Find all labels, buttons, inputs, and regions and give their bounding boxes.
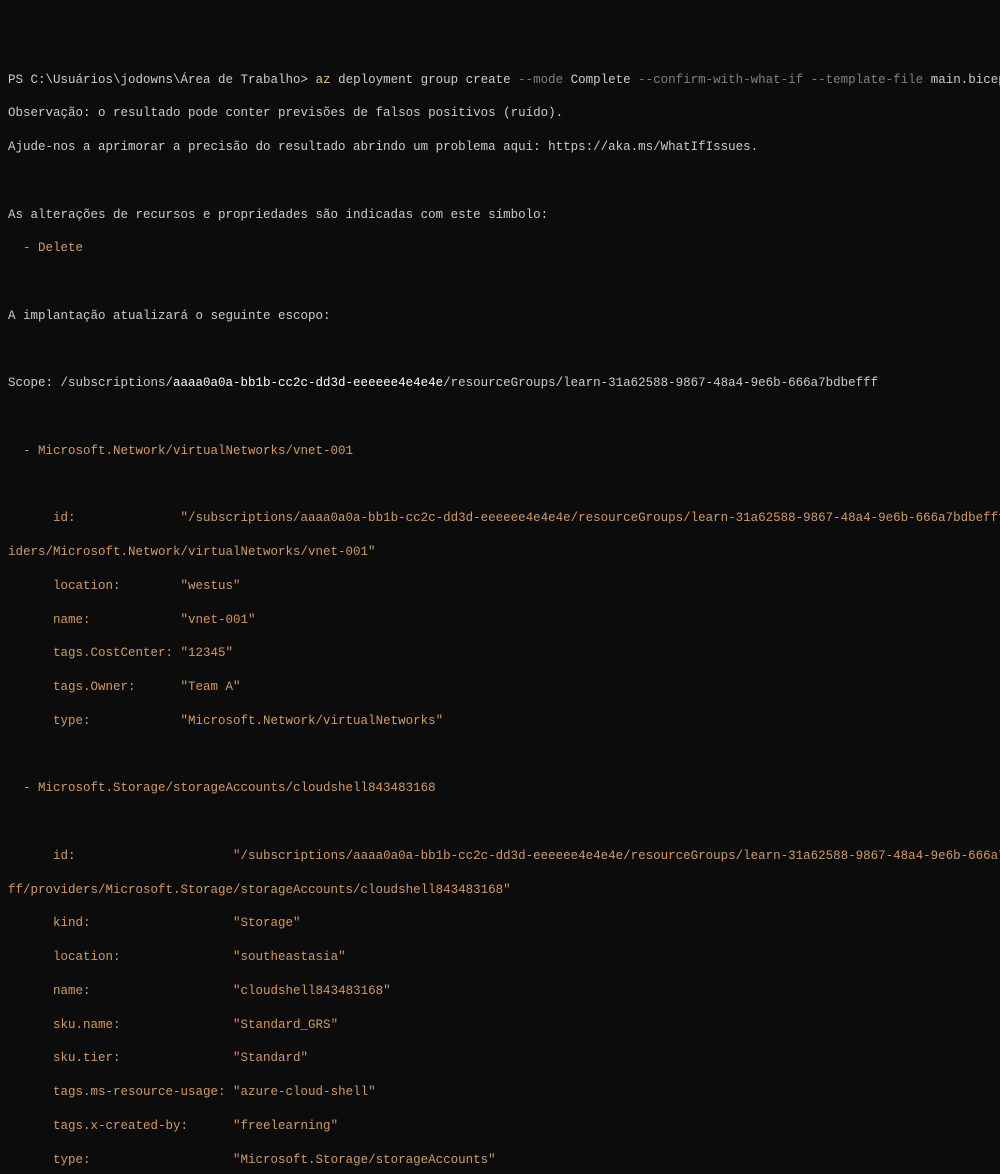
resource2-name: name: "cloudshell843483168" bbox=[8, 983, 992, 1000]
resource2-tier: sku.tier: "Standard" bbox=[8, 1050, 992, 1067]
resource1-type: type: "Microsoft.Network/virtualNetworks… bbox=[8, 713, 992, 730]
observation-text: Observação: o resultado pode conter prev… bbox=[8, 105, 992, 122]
resource1-header: - Microsoft.Network/virtualNetworks/vnet… bbox=[8, 443, 992, 460]
prompt-line: PS C:\Usuários\jodowns\Área de Trabalho>… bbox=[8, 72, 992, 89]
scope-header: A implantação atualizará o seguinte esco… bbox=[8, 308, 992, 325]
resource2-sku: sku.name: "Standard_GRS" bbox=[8, 1017, 992, 1034]
resource2-type: type: "Microsoft.Storage/storageAccounts… bbox=[8, 1152, 992, 1169]
resource2-kind: kind: "Storage" bbox=[8, 915, 992, 932]
resource2-id: id: "/subscriptions/aaaa0a0a-bb1b-cc2c-d… bbox=[8, 848, 992, 865]
resource1-name: name: "vnet-001" bbox=[8, 612, 992, 629]
resource2-createdby: tags.x-created-by: "freelearning" bbox=[8, 1118, 992, 1135]
resource1-costcenter: tags.CostCenter: "12345" bbox=[8, 645, 992, 662]
resource2-usage: tags.ms-resource-usage: "azure-cloud-she… bbox=[8, 1084, 992, 1101]
resource1-id: id: "/subscriptions/aaaa0a0a-bb1b-cc2c-d… bbox=[8, 510, 992, 527]
resource2-header: - Microsoft.Storage/storageAccounts/clou… bbox=[8, 780, 992, 797]
resource1-owner: tags.Owner: "Team A" bbox=[8, 679, 992, 696]
resource1-id-cont: iders/Microsoft.Network/virtualNetworks/… bbox=[8, 544, 992, 561]
resource2-location: location: "southeastasia" bbox=[8, 949, 992, 966]
resource2-id-cont: ff/providers/Microsoft.Storage/storageAc… bbox=[8, 882, 992, 899]
resource1-location: location: "westus" bbox=[8, 578, 992, 595]
alterations-header: As alterações de recursos e propriedades… bbox=[8, 207, 992, 224]
delete-symbol: - Delete bbox=[8, 240, 992, 257]
scope-line: Scope: /subscriptions/aaaa0a0a-bb1b-cc2c… bbox=[8, 375, 992, 392]
help-text: Ajude-nos a aprimorar a precisão do resu… bbox=[8, 139, 992, 156]
